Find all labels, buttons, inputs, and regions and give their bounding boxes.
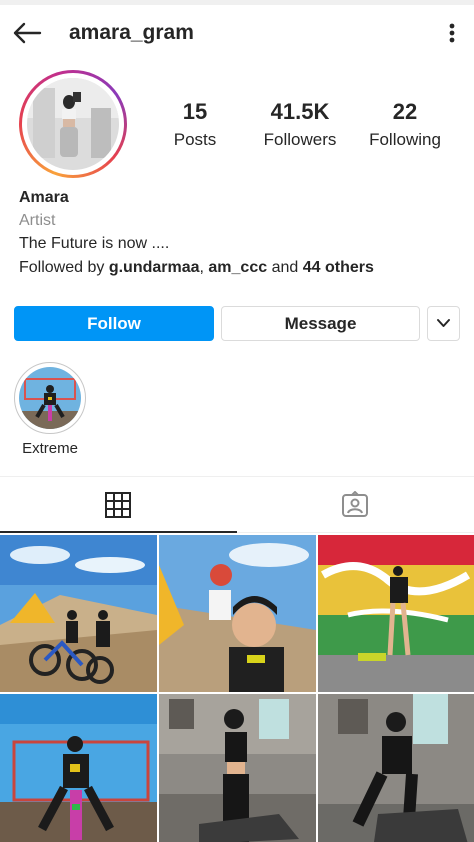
followed-by-user-2[interactable]: am_ccc <box>208 259 267 276</box>
post-thumbnail-4[interactable] <box>0 694 157 842</box>
more-options-button[interactable] <box>440 19 464 47</box>
posts-label: Posts <box>173 130 217 149</box>
profile-bio: The Future is now .... <box>19 235 170 252</box>
message-button[interactable]: Message <box>221 306 420 341</box>
followed-by-user-1[interactable]: g.undarmaa <box>109 259 200 276</box>
avatar-image <box>27 78 119 170</box>
followed-by-prefix: Followed by <box>19 259 109 276</box>
profile-header: amara_gram <box>0 5 474 61</box>
content-tabs <box>0 476 474 533</box>
tagged-icon <box>342 491 368 517</box>
stat-posts[interactable]: 15 Posts <box>140 98 250 152</box>
followed-by-and: and <box>267 259 303 276</box>
post-thumbnail-1[interactable] <box>0 535 157 692</box>
tab-posts-grid[interactable] <box>0 477 237 533</box>
follow-button[interactable]: Follow <box>14 306 214 341</box>
tab-tagged[interactable] <box>237 477 474 533</box>
post-thumbnail-3[interactable] <box>318 535 474 692</box>
followed-by-others[interactable]: 44 others <box>303 259 374 276</box>
arrow-left-icon <box>13 22 42 44</box>
following-label: Following <box>369 130 441 149</box>
post-thumbnail-6[interactable] <box>318 694 474 842</box>
highlight-extreme[interactable]: Extreme <box>14 362 86 457</box>
back-button[interactable] <box>10 19 44 47</box>
highlight-ring <box>14 362 86 434</box>
more-vertical-icon <box>449 23 455 43</box>
followers-count: 41.5K <box>270 99 330 124</box>
posts-count: 15 <box>182 99 208 124</box>
grid-icon <box>105 492 131 518</box>
suggested-accounts-button[interactable] <box>427 306 460 341</box>
highlight-cover <box>19 367 81 429</box>
post-thumbnail-5[interactable] <box>159 694 316 842</box>
profile-category: Artist <box>19 212 56 229</box>
chevron-down-icon <box>437 319 450 327</box>
profile-avatar[interactable] <box>19 70 127 178</box>
followed-by[interactable]: Followed by g.undarmaa, am_ccc and 44 ot… <box>19 257 374 279</box>
stat-followers[interactable]: 41.5K Followers <box>245 98 355 152</box>
profile-username: amara_gram <box>69 21 194 44</box>
stat-following[interactable]: 22 Following <box>350 98 460 152</box>
post-thumbnail-2[interactable] <box>159 535 316 692</box>
following-count: 22 <box>392 99 418 124</box>
followers-label: Followers <box>263 130 337 149</box>
profile-name: Amara <box>19 189 69 206</box>
highlight-label: Extreme <box>22 440 78 457</box>
